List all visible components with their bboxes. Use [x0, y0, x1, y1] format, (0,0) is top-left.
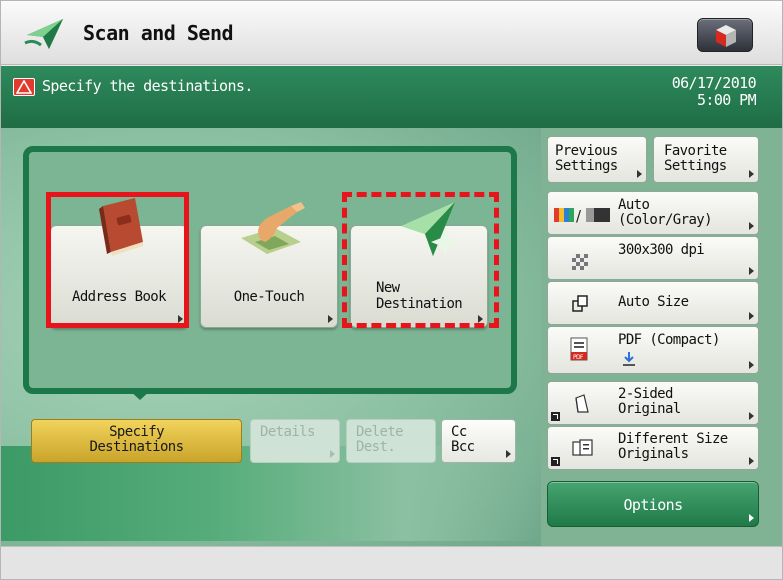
- color-mode-button[interactable]: / Auto (Color/Gray): [547, 191, 759, 235]
- chevron-right-icon: [749, 222, 754, 230]
- chevron-right-icon: [749, 170, 754, 178]
- specify-destinations-tab[interactable]: Specify Destinations: [31, 419, 242, 463]
- auto-size-icon: [572, 295, 588, 312]
- status-message: Specify the destinations.: [42, 77, 253, 95]
- different-size-icon: [572, 439, 593, 456]
- status-bar: Specify the destinations. 06/17/2010 5:0…: [1, 66, 782, 128]
- warning-icon: [13, 78, 35, 96]
- resolution-icon: [572, 254, 588, 270]
- svg-text:/: /: [576, 207, 582, 224]
- status-date: 06/17/2010: [671, 74, 757, 92]
- one-touch-label: One-Touch: [233, 289, 305, 305]
- chevron-right-icon: [749, 457, 754, 465]
- chevron-right-icon: [749, 361, 754, 369]
- two-sided-icon: [575, 394, 589, 413]
- previous-settings-button[interactable]: Previous Settings: [547, 136, 647, 183]
- main-area: Address Book One-Touch New Destination S…: [1, 128, 782, 546]
- chevron-right-icon: [749, 312, 754, 320]
- favorite-settings-button[interactable]: Favorite Settings: [653, 136, 759, 183]
- options-button[interactable]: Options: [547, 481, 759, 527]
- title-bar: Scan and Send: [1, 1, 782, 65]
- chevron-right-icon: [749, 514, 754, 522]
- app-title: Scan and Send: [83, 21, 234, 45]
- chevron-right-icon: [637, 170, 642, 178]
- footer-bar: [1, 546, 782, 579]
- file-format-button[interactable]: PDF PDF (Compact): [547, 326, 759, 374]
- chevron-right-icon: [330, 450, 335, 458]
- cube-icon: [716, 25, 736, 47]
- chevron-right-icon: [506, 450, 511, 458]
- shortcut-corner-icon: [551, 457, 560, 466]
- shortcut-corner-icon: [551, 412, 560, 421]
- cc-bcc-tab[interactable]: Cc Bcc: [441, 419, 516, 463]
- one-touch-button[interactable]: One-Touch: [200, 202, 338, 328]
- chevron-right-icon: [328, 315, 333, 323]
- chevron-right-icon: [749, 267, 754, 275]
- color-gray-icon: /: [554, 207, 610, 224]
- scan-send-icon: [24, 19, 63, 49]
- scan-and-send-screen: Scan and Send Specify the destinations. …: [0, 0, 783, 580]
- resolution-button[interactable]: 300x300 dpi: [547, 236, 759, 280]
- one-touch-icon: [241, 202, 305, 254]
- chevron-right-icon: [749, 412, 754, 420]
- address-book-highlight: [46, 192, 189, 328]
- svg-text:PDF: PDF: [573, 354, 584, 361]
- scan-size-button[interactable]: Auto Size: [547, 281, 759, 325]
- details-tab[interactable]: Details: [250, 419, 340, 463]
- pdf-file-icon: PDF: [570, 337, 588, 361]
- status-time: 5:00 PM: [696, 91, 757, 109]
- two-sided-original-button[interactable]: 2-Sided Original: [547, 381, 759, 425]
- status-datetime: 06/17/2010 5:00 PM: [671, 74, 757, 109]
- download-arrow-icon: [623, 352, 635, 366]
- settings-menu-button[interactable]: [697, 18, 753, 52]
- delete-dest-tab[interactable]: Delete Dest.: [346, 419, 436, 463]
- different-size-originals-button[interactable]: Different Size Originals: [547, 426, 759, 470]
- new-destination-highlight: [342, 192, 499, 328]
